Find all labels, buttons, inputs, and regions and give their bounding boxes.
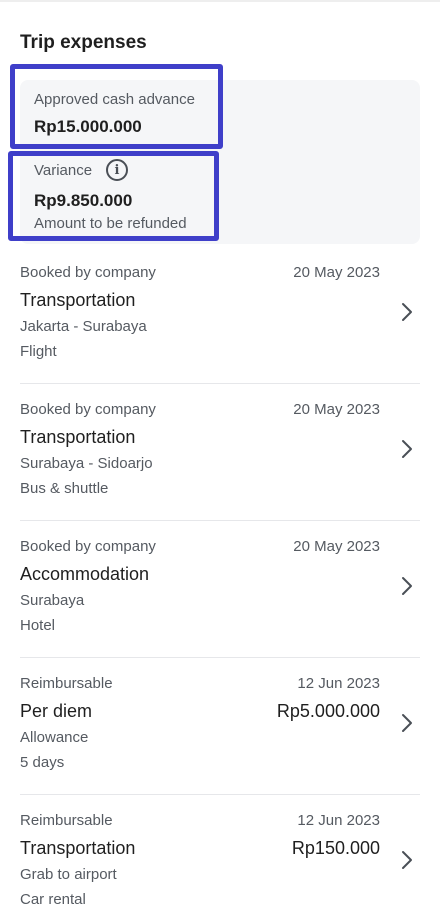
expense-date: 12 Jun 2023 [297,675,380,692]
expense-category: Transportation [20,838,136,858]
expense-date: 20 May 2023 [293,538,380,555]
expense-detail-kind: Flight [20,343,57,360]
expense-category: Accommodation [20,564,150,584]
chevron-right-icon[interactable] [400,302,414,322]
expense-list: Booked by company 20 May 2023 Transporta… [20,247,420,919]
expense-detail-duration: 5 days [20,754,65,771]
expense-category: Transportation [20,427,136,447]
expense-type: Booked by company [20,538,156,555]
expense-type: Reimbursable [20,812,113,829]
expense-item[interactable]: Booked by company 20 May 2023 Transporta… [20,384,420,521]
chevron-right-icon[interactable] [400,713,414,733]
expense-detail-kind: Car rental [20,891,86,908]
expense-detail-kind: Hotel [20,617,56,634]
expense-date: 12 Jun 2023 [297,812,380,829]
expense-date: 20 May 2023 [293,264,380,281]
expense-detail-description: Grab to airport [20,866,117,883]
expense-detail-location: Surabaya [20,592,85,609]
expense-item[interactable]: Reimbursable 12 Jun 2023 Per diem Rp5.00… [20,658,420,795]
expense-item[interactable]: Reimbursable 12 Jun 2023 Transportation … [20,795,420,919]
expense-amount: Rp5.000.000 [276,701,380,721]
chevron-right-icon[interactable] [400,439,414,459]
expense-category: Transportation [20,290,136,310]
expense-item[interactable]: Booked by company 20 May 2023 Accommodat… [20,521,420,658]
top-divider [0,0,440,2]
expense-detail-kind: Bus & shuttle [20,480,109,497]
expense-type: Booked by company [20,264,156,281]
expense-item[interactable]: Booked by company 20 May 2023 Transporta… [20,247,420,384]
expense-type: Reimbursable [20,675,113,692]
cash-advance-highlight-box [10,64,223,149]
variance-highlight-box [8,151,219,241]
chevron-right-icon[interactable] [400,576,414,596]
page-title: Trip expenses [20,32,147,53]
expense-category: Per diem [20,701,93,721]
expense-amount: Rp150.000 [291,838,380,858]
expense-type: Booked by company [20,401,156,418]
chevron-right-icon[interactable] [400,850,414,870]
expense-date: 20 May 2023 [293,401,380,418]
expense-detail-description: Allowance [20,729,89,746]
expense-detail-route: Surabaya - Sidoarjo [20,455,153,472]
expense-detail-route: Jakarta - Surabaya [20,318,147,335]
